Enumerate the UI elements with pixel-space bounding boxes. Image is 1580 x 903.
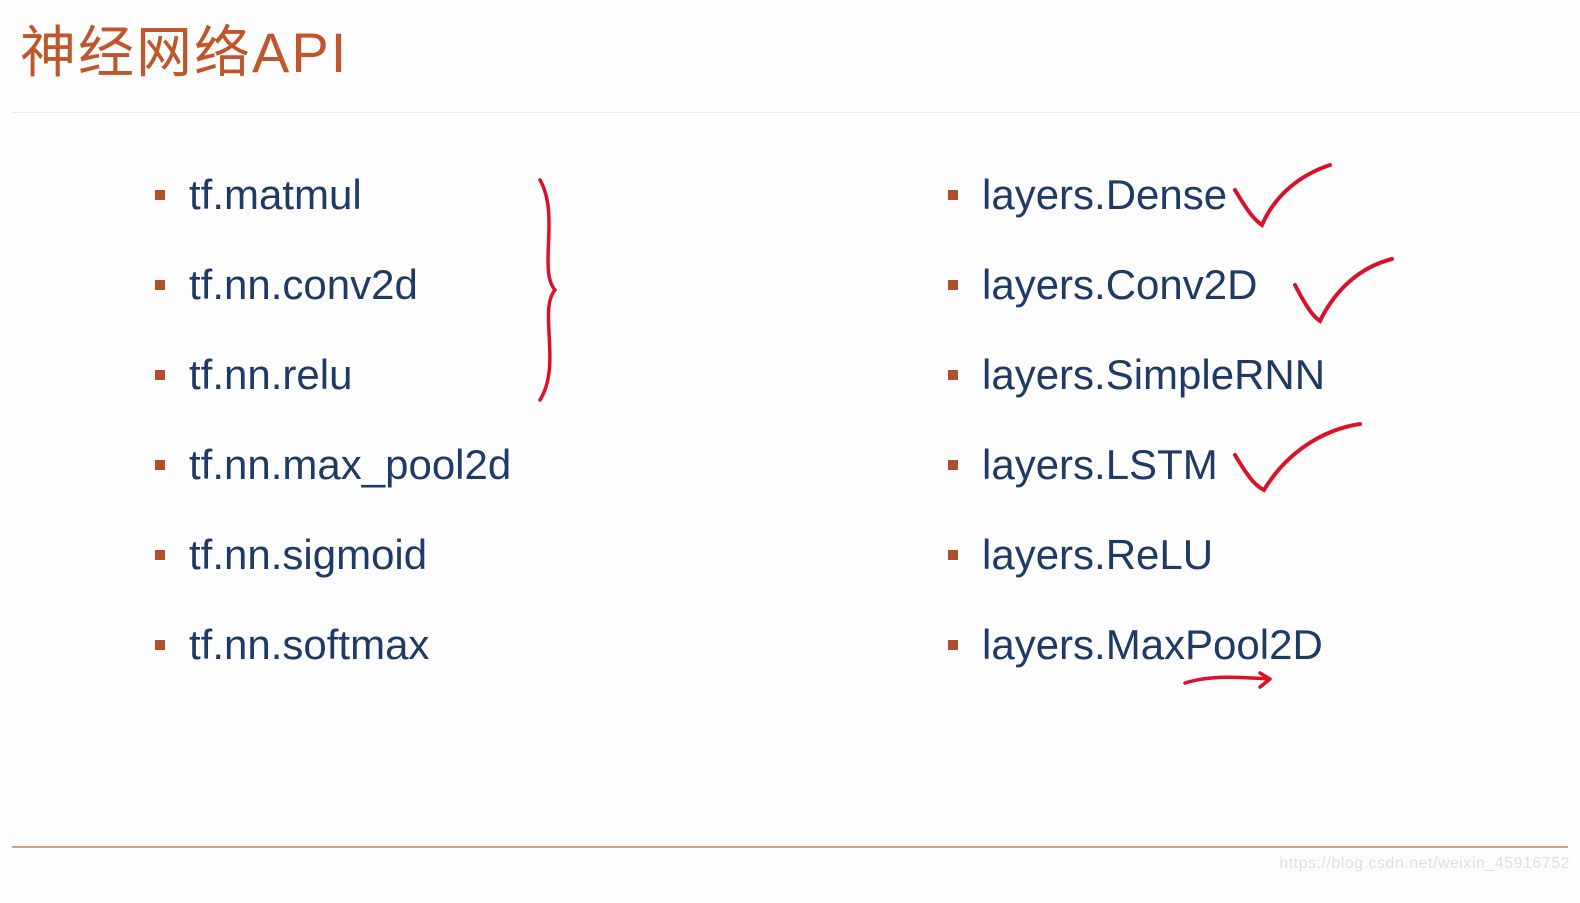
list-item-label: layers.SimpleRNN [982,351,1325,399]
footer-rule [12,846,1568,848]
bullet-icon [948,370,958,380]
list-item: tf.nn.relu [155,330,511,420]
list-item: layers.SimpleRNN [948,330,1325,420]
bullet-icon [948,280,958,290]
left-column: tf.matmul tf.nn.conv2d tf.nn.relu tf.nn.… [155,150,511,690]
title-underline [12,112,1580,113]
bullet-icon [155,460,165,470]
list-item-label: tf.nn.sigmoid [189,531,427,579]
list-item-label: tf.nn.conv2d [189,261,418,309]
list-item-label: layers.ReLU [982,531,1213,579]
list-item: layers.MaxPool2D [948,600,1325,690]
list-item: tf.nn.sigmoid [155,510,511,600]
brace-annotation-icon [520,175,580,405]
list-item: layers.ReLU [948,510,1325,600]
bullet-icon [948,550,958,560]
page-title: 神经网络API [20,8,348,89]
right-column: layers.Dense layers.Conv2D layers.Simple… [948,150,1325,690]
bullet-icon [155,370,165,380]
list-item-label: tf.matmul [189,171,362,219]
list-item: tf.nn.conv2d [155,240,511,330]
list-item: tf.nn.max_pool2d [155,420,511,510]
bullet-icon [948,460,958,470]
bullet-icon [155,280,165,290]
list-item-label: layers.Dense [982,171,1227,219]
list-item-label: tf.nn.max_pool2d [189,441,511,489]
list-item: layers.LSTM [948,420,1325,510]
bullet-icon [155,640,165,650]
list-item-label: tf.nn.softmax [189,621,429,669]
bullet-icon [948,190,958,200]
watermark: https://blog.csdn.net/weixin_45916752 [1279,855,1570,873]
list-item-label: tf.nn.relu [189,351,352,399]
list-item: layers.Conv2D [948,240,1325,330]
list-item-label: layers.Conv2D [982,261,1257,309]
list-item-label: layers.LSTM [982,441,1218,489]
bullet-icon [948,640,958,650]
list-item: tf.nn.softmax [155,600,511,690]
list-item-label: layers.MaxPool2D [982,621,1323,669]
bullet-icon [155,190,165,200]
bullet-icon [155,550,165,560]
list-item: tf.matmul [155,150,511,240]
list-item: layers.Dense [948,150,1325,240]
